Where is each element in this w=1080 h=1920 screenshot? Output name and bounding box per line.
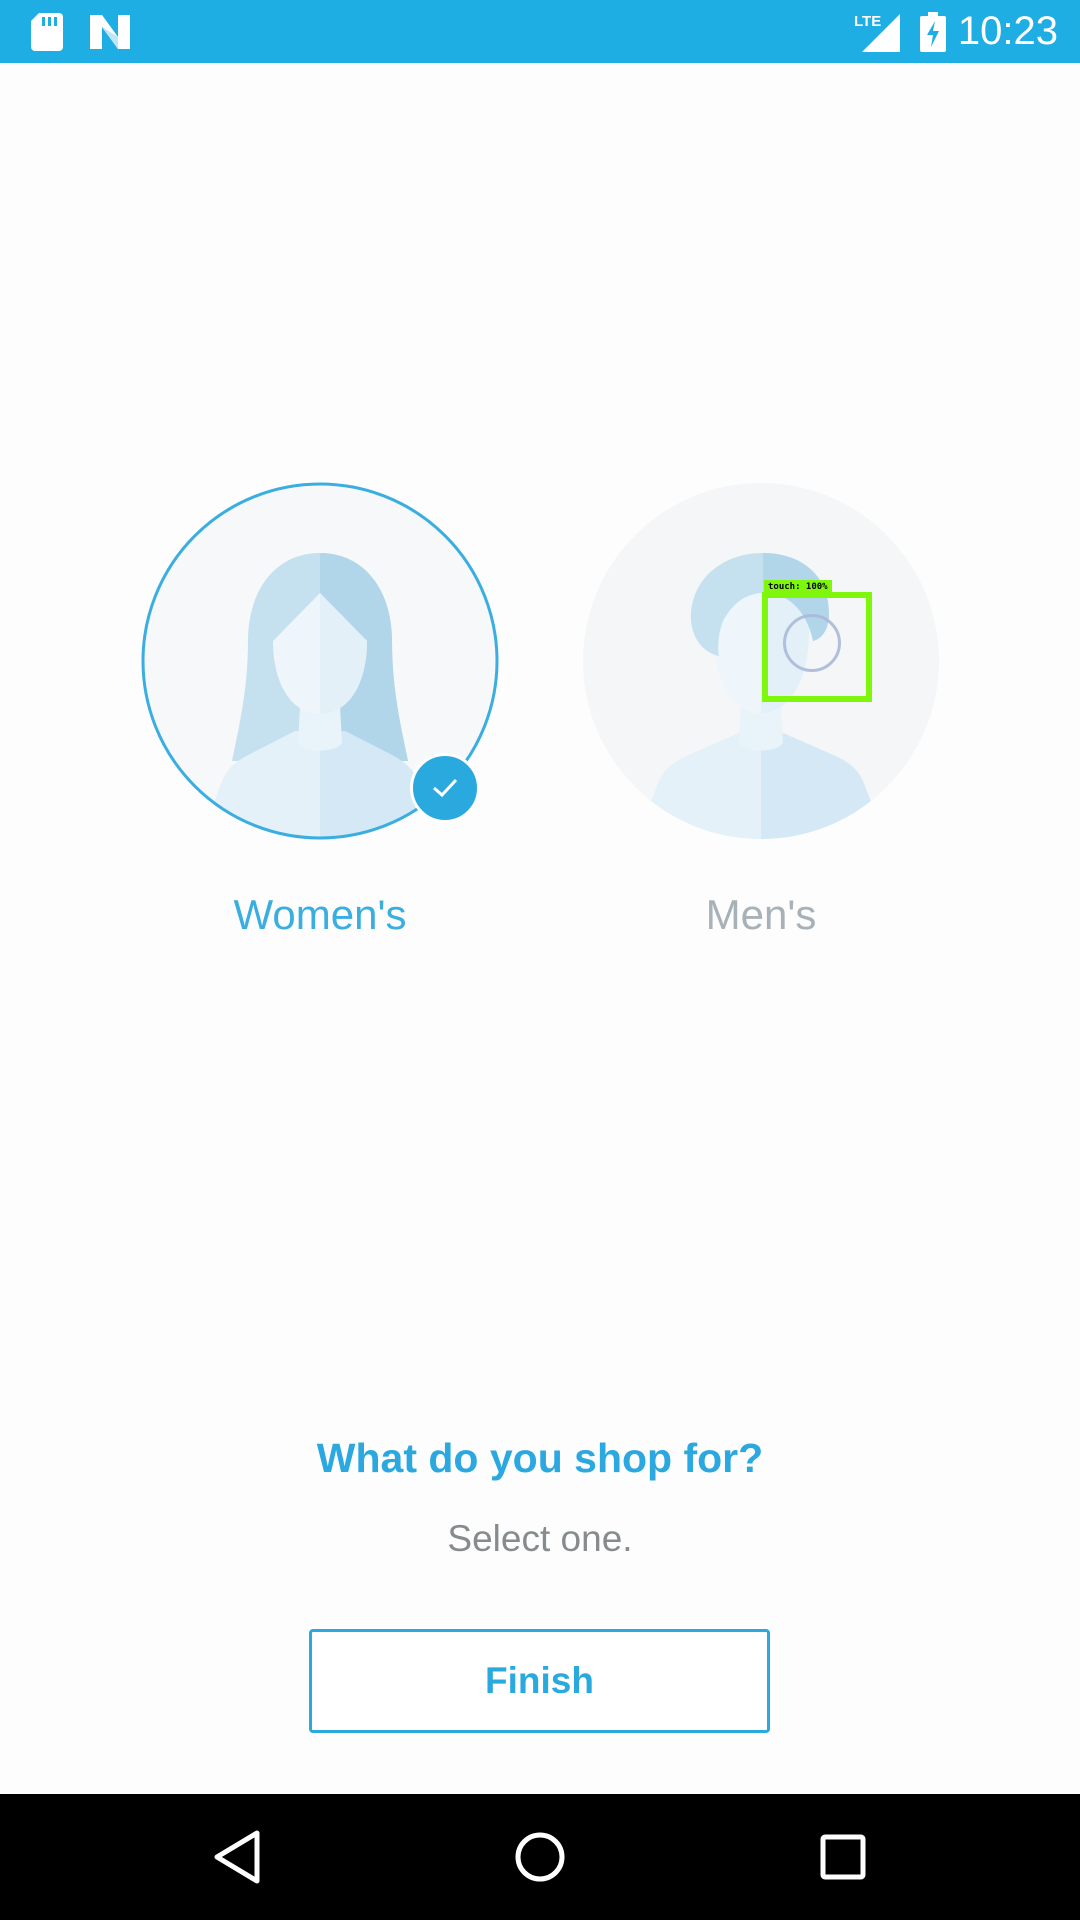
back-icon xyxy=(214,1830,260,1884)
recents-icon xyxy=(820,1834,866,1880)
home-button[interactable] xyxy=(477,1794,603,1920)
back-button[interactable] xyxy=(174,1794,300,1920)
man-avatar-icon xyxy=(583,483,939,839)
recents-button[interactable] xyxy=(780,1794,906,1920)
status-time: 10:23 xyxy=(957,9,1058,53)
womens-avatar[interactable] xyxy=(140,481,500,841)
mens-label: Men's xyxy=(705,891,817,938)
finish-button[interactable]: Finish xyxy=(309,1629,770,1733)
mens-avatar[interactable] xyxy=(581,481,941,841)
battery-charging-icon xyxy=(920,0,946,63)
sd-card-icon xyxy=(31,0,63,63)
content-area: Women's Men's What do you shop for? Sele… xyxy=(0,63,1080,1794)
prompt-title: What do you shop for? xyxy=(316,1435,764,1481)
navigation-bar xyxy=(0,1794,1080,1920)
option-womens[interactable]: Women's xyxy=(140,481,500,941)
touch-label: touch: 100% xyxy=(764,580,832,595)
womens-label: Women's xyxy=(233,891,407,938)
check-icon xyxy=(433,778,458,798)
lte-signal-icon: LTE xyxy=(852,0,900,63)
home-icon xyxy=(515,1832,565,1882)
prompt-subtitle: Select one. xyxy=(447,1518,633,1559)
n-logo-icon xyxy=(90,0,130,63)
status-bar: LTE 10:23 xyxy=(0,0,1080,63)
selected-check-badge xyxy=(410,753,480,823)
option-mens[interactable]: Men's xyxy=(581,481,941,941)
svg-text:LTE: LTE xyxy=(854,13,881,30)
touch-highlight-box xyxy=(762,592,872,702)
